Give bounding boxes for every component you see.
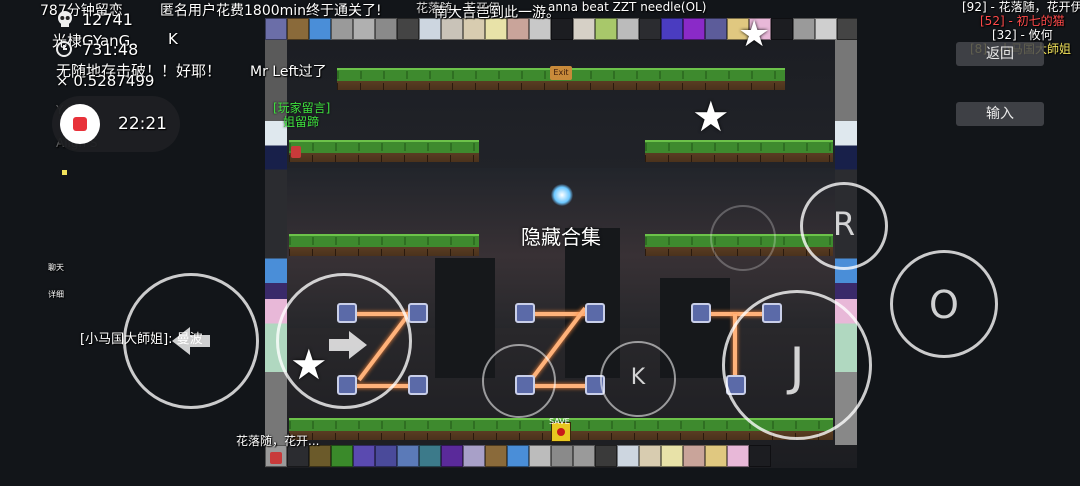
clear-message: anna beat ZZT needle(OL) — [548, 0, 707, 14]
laser-node — [408, 375, 428, 395]
save-label: SAVE — [549, 417, 570, 426]
bottom-tile-row — [265, 445, 771, 467]
broadcast-message: 匿名用户花费1800min终于通关了! — [160, 3, 382, 19]
input-button[interactable]: 输入 — [956, 102, 1044, 126]
laser-node — [515, 303, 535, 323]
player-list-item: [52] - 初七的猫 — [980, 14, 1065, 28]
player-comment-title: [玩家留言] — [273, 101, 331, 115]
warp-orb — [551, 184, 573, 206]
player-list-item: [32] - 攸何 — [992, 28, 1053, 42]
clear-message-mr-left: Mr Left过了 — [250, 64, 327, 80]
chat-tab[interactable]: 聊天 — [48, 262, 64, 273]
deaths-count: 12741 — [82, 10, 133, 29]
laser-node — [691, 303, 711, 323]
laser-node — [585, 303, 605, 323]
star-icon: ★ — [290, 340, 328, 389]
star-icon: ★ — [692, 92, 730, 141]
back-button[interactable]: 返回 — [956, 42, 1044, 66]
move-left-button[interactable] — [123, 273, 259, 409]
save-dot — [557, 428, 565, 436]
elapsed-time: 731:48 — [82, 40, 139, 59]
platform — [645, 140, 833, 162]
record-stop-icon[interactable] — [60, 104, 100, 144]
detail-tab[interactable]: 详细 — [48, 289, 64, 300]
k-button-label: K — [630, 365, 646, 390]
aux-button[interactable] — [482, 344, 556, 418]
player-character — [291, 146, 301, 158]
indicator-dot — [62, 170, 67, 175]
restart-button[interactable]: R — [800, 182, 888, 270]
restart-button-label: R — [832, 205, 856, 243]
broadcast-message-2: 南大吉岂到此一游。 — [434, 5, 560, 21]
player-suffix: K — [168, 30, 178, 48]
jump-button[interactable]: J — [722, 290, 872, 440]
laser-node — [408, 303, 428, 323]
recording-indicator[interactable]: 22:21 — [52, 96, 180, 152]
player-comment-text: 姐留蹄 — [283, 115, 320, 129]
ghost-player-icon — [270, 452, 282, 464]
arrow-left-icon — [172, 327, 210, 355]
o-button[interactable]: O — [890, 250, 998, 358]
recording-time: 22:21 — [118, 114, 167, 134]
jump-button-label: J — [789, 337, 805, 397]
star-icon: ★ — [738, 14, 771, 55]
platform — [289, 140, 479, 162]
player-list-item: [92] - 花落随，花开伊 — [962, 0, 1080, 14]
multiplier-value: × 0.5287499 — [56, 72, 155, 90]
background-building — [435, 258, 495, 378]
hidden-button[interactable] — [710, 205, 776, 271]
clock-icon — [56, 41, 72, 57]
player-comment: [玩家留言] 姐留蹄 — [273, 101, 330, 129]
exit-sign: Exit — [550, 66, 572, 80]
o-button-label: O — [929, 283, 959, 327]
bottom-player-name: 花落随，花开... — [236, 434, 320, 448]
k-button[interactable]: K — [600, 341, 676, 417]
arrow-right-icon — [329, 331, 367, 359]
skull-icon — [56, 10, 74, 28]
